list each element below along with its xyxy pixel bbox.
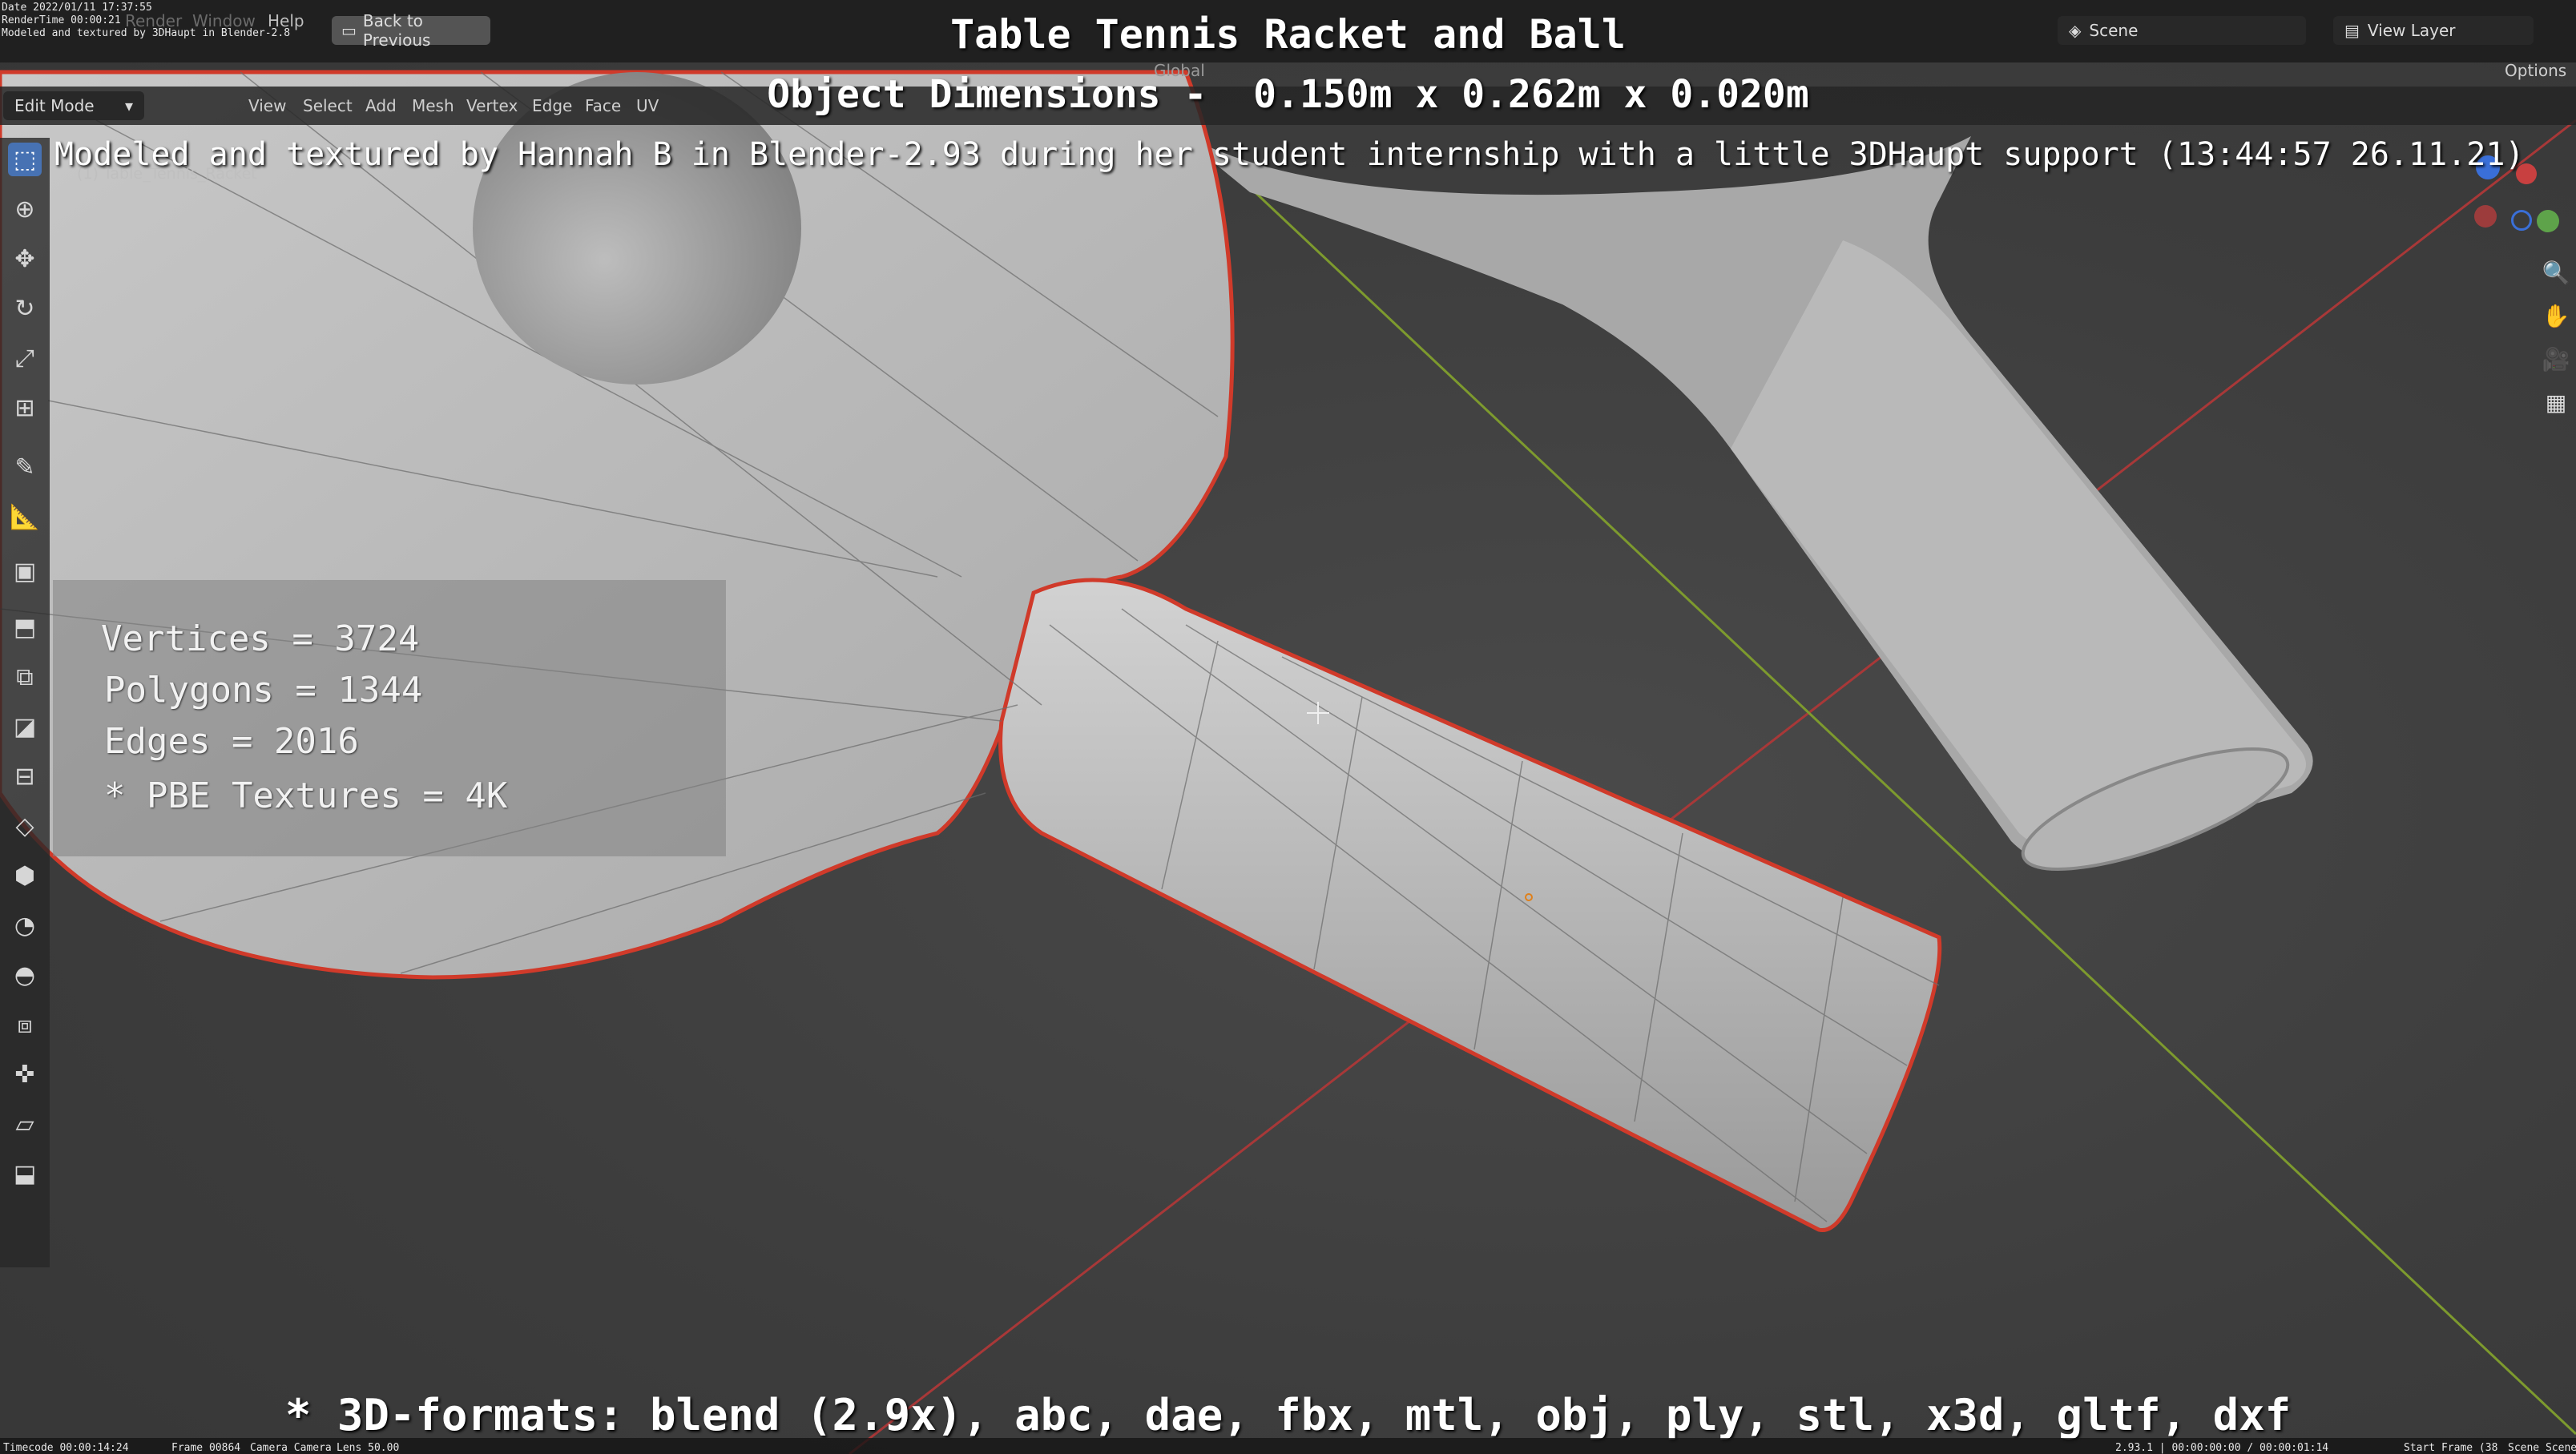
- textures-stat: * PBE Textures = 4K: [104, 775, 508, 816]
- left-toolbar: ⬚ ⊕ ✥ ↻ ⤢ ⊞ ✎ 📐 ▣ ⬒ ⧉ ◪ ⊟ ◇ ⬢ ◔ ◓ ⧈ ✜ ▱ …: [0, 138, 50, 1267]
- burnin-timecode: Timecode 00:00:14:24: [3, 1442, 129, 1454]
- measure-icon[interactable]: 📐: [8, 500, 42, 534]
- camera-view-icon[interactable]: 🎥: [2540, 343, 2572, 375]
- bevel-icon[interactable]: ◪: [8, 710, 42, 743]
- spin-icon[interactable]: ◔: [8, 908, 42, 942]
- extrude-icon[interactable]: ⬒: [8, 610, 42, 644]
- loop-cut-icon[interactable]: ⊟: [8, 759, 42, 793]
- burnin-start-frame: Start Frame (38: [2404, 1442, 2498, 1454]
- grid-view-icon[interactable]: ▦: [2540, 386, 2572, 418]
- burnin-lens: Lens 50.00: [337, 1442, 400, 1454]
- rip-icon[interactable]: ⬓: [8, 1157, 42, 1190]
- burnin-version-time: 2.93.1 | 00:00:00:00 / 00:00:01:14: [2115, 1442, 2329, 1454]
- burnin-camera: Camera Camera: [250, 1442, 332, 1454]
- zoom-icon[interactable]: 🔍: [2540, 256, 2572, 288]
- select-box-icon[interactable]: ⬚: [8, 143, 42, 176]
- edges-stat: Edges = 2016: [104, 721, 359, 762]
- vertices-stat: Vertices = 3724: [101, 618, 420, 659]
- inset-icon[interactable]: ⧉: [8, 660, 42, 694]
- shear-icon[interactable]: ▱: [8, 1107, 42, 1141]
- add-cube-icon[interactable]: ▣: [8, 554, 42, 588]
- edge-slide-icon[interactable]: ⧈: [8, 1008, 42, 1041]
- paddle-handle: [998, 578, 1942, 1233]
- gizmo-neg-z-axis[interactable]: [2511, 210, 2532, 231]
- poly-build-icon[interactable]: ⬢: [8, 859, 42, 892]
- credit-line: Modeled and textured by Hannah B in Blen…: [54, 136, 2525, 173]
- object-dimensions: Object Dimensions - 0.150m x 0.262m x 0.…: [767, 72, 1809, 117]
- page-title: Table Tennis Racket and Ball: [950, 11, 1626, 58]
- knife-icon[interactable]: ◇: [8, 809, 42, 843]
- polygons-stat: Polygons = 1344: [104, 670, 423, 711]
- move-icon[interactable]: ✥: [8, 242, 42, 276]
- scale-icon[interactable]: ⤢: [8, 341, 42, 375]
- smooth-icon[interactable]: ◓: [8, 958, 42, 992]
- burnin-frame: Frame 00864: [171, 1442, 241, 1454]
- formats-line: * 3D-formats: blend (2.9x), abc, dae, fb…: [284, 1390, 2292, 1440]
- burnin-scene: Scene Scene: [2508, 1442, 2576, 1454]
- gizmo-neg-x-axis[interactable]: [2474, 205, 2497, 228]
- rotate-icon[interactable]: ↻: [8, 292, 42, 325]
- gizmo-y-axis[interactable]: [2537, 210, 2559, 232]
- cursor-icon[interactable]: ⊕: [8, 192, 42, 226]
- shrink-icon[interactable]: ✜: [8, 1057, 42, 1091]
- pan-hand-icon[interactable]: ✋: [2540, 300, 2572, 332]
- annotate-icon[interactable]: ✎: [8, 450, 42, 484]
- transform-icon[interactable]: ⊞: [8, 391, 42, 425]
